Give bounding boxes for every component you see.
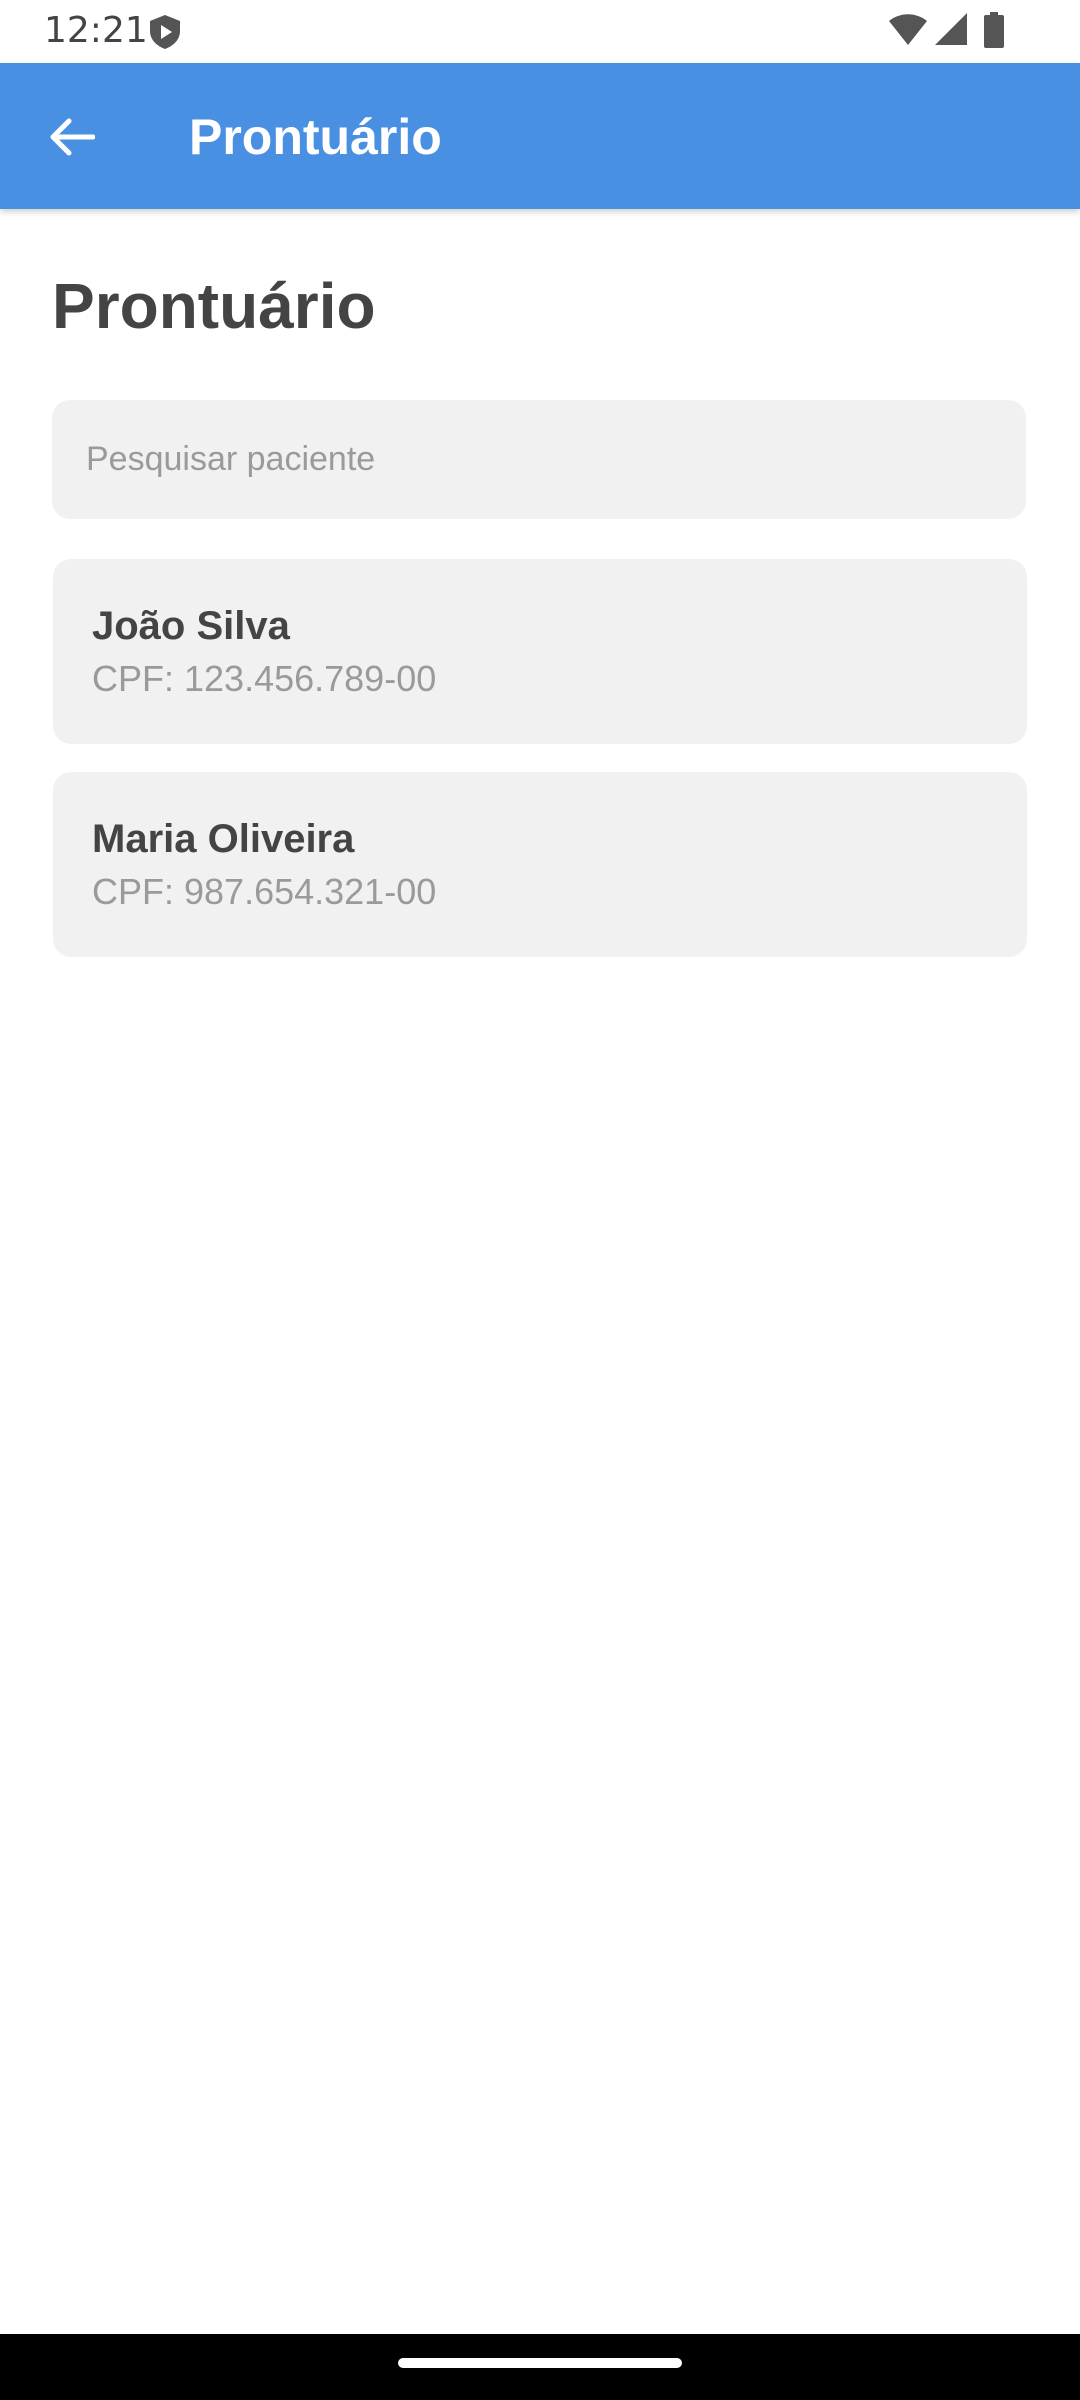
patient-card[interactable]: Maria Oliveira CPF: 987.654.321-00 <box>53 772 1027 957</box>
back-button[interactable] <box>34 99 110 175</box>
home-handle[interactable] <box>398 2358 682 2368</box>
app-bar-title: Prontuário <box>189 109 442 165</box>
signal-icon <box>935 13 967 45</box>
wifi-icon <box>889 14 927 45</box>
navigation-bar <box>0 2334 1080 2400</box>
patient-cpf: CPF: 987.654.321-00 <box>92 871 437 912</box>
app-bar: Prontuário <box>0 63 1080 209</box>
status-bar: 12:21 <box>0 0 1080 63</box>
patient-card[interactable]: João Silva CPF: 123.456.789-00 <box>53 559 1027 744</box>
patient-cpf: CPF: 123.456.789-00 <box>92 658 437 699</box>
status-time: 12:21 <box>44 10 148 51</box>
search-input[interactable] <box>52 400 1026 519</box>
arrow-back-icon <box>50 118 95 156</box>
patient-name: Maria Oliveira <box>92 817 355 861</box>
battery-icon <box>984 12 1004 48</box>
shield-icon <box>150 15 180 49</box>
page-title: Prontuário <box>52 270 376 342</box>
patient-name: João Silva <box>92 604 290 648</box>
